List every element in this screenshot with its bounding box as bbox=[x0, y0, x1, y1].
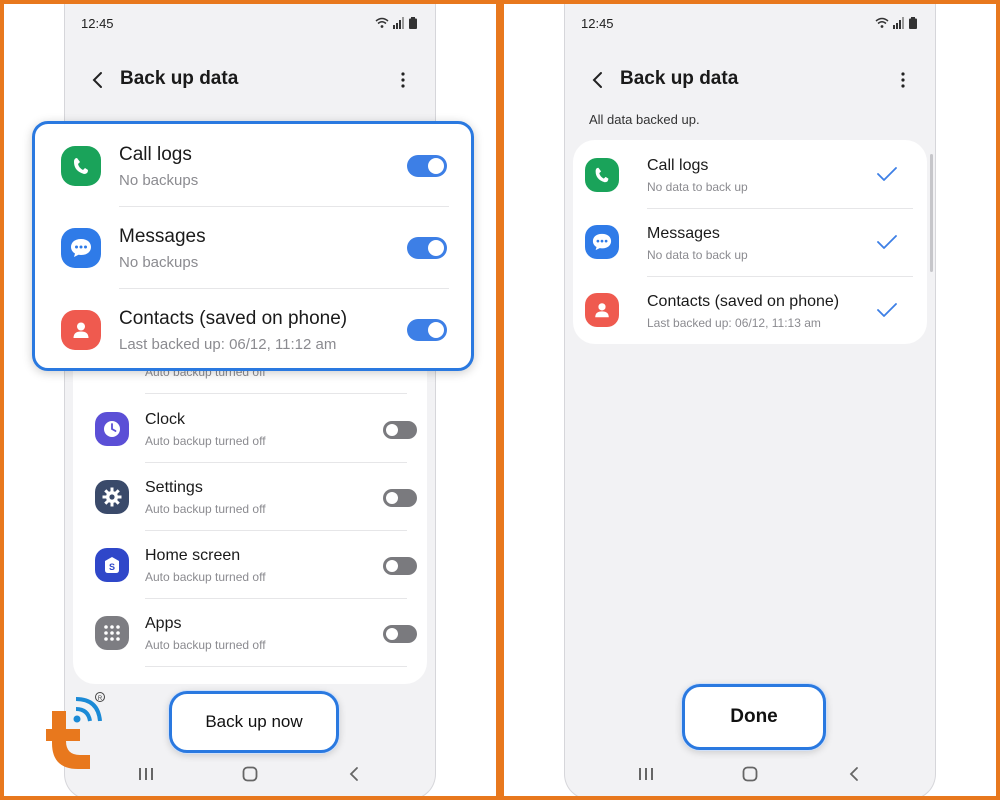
item-subtitle: No data to back up bbox=[647, 180, 748, 194]
messages-toggle[interactable] bbox=[407, 237, 447, 259]
item-subtitle: No data to back up bbox=[647, 248, 748, 262]
app-bar: Back up data bbox=[65, 64, 435, 96]
item-title: Clock bbox=[145, 411, 186, 428]
system-nav-bar bbox=[65, 759, 435, 789]
back-arrow-icon bbox=[349, 767, 358, 781]
recents-icon bbox=[639, 768, 653, 780]
chevron-left-icon bbox=[592, 72, 602, 88]
item-subtitle: No backups bbox=[119, 254, 199, 271]
more-options-button[interactable] bbox=[391, 66, 415, 94]
person-icon bbox=[61, 310, 101, 350]
scrollbar[interactable] bbox=[930, 154, 933, 272]
item-subtitle: Last backed up: 06/12, 11:12 am bbox=[119, 336, 337, 353]
item-title: Apps bbox=[145, 615, 182, 632]
page-title: Back up data bbox=[120, 68, 239, 89]
system-nav-bar bbox=[565, 759, 935, 789]
phone-icon bbox=[585, 158, 619, 192]
item-title: Settings bbox=[145, 479, 203, 496]
item-title: Messages bbox=[647, 225, 720, 242]
checkmark-icon bbox=[877, 167, 897, 181]
list-item-settings[interactable]: Settings Auto backup turned off bbox=[73, 467, 427, 535]
page-title: Back up data bbox=[620, 68, 739, 89]
home-button[interactable] bbox=[735, 759, 765, 789]
contacts-toggle[interactable] bbox=[407, 319, 447, 341]
home-screen-icon: S bbox=[95, 548, 129, 582]
system-back-button[interactable] bbox=[839, 759, 869, 789]
list-item-messages[interactable]: Messages No data to back up bbox=[573, 208, 927, 276]
left-panel: 12:45 Back up data Auto backup turned of… bbox=[0, 0, 500, 800]
call-logs-toggle[interactable] bbox=[407, 155, 447, 177]
item-title: Call logs bbox=[119, 144, 192, 165]
highlighted-backup-items: Call logs No backups Messages No backups… bbox=[32, 121, 474, 371]
recents-button[interactable] bbox=[631, 759, 661, 789]
item-subtitle: Auto backup turned off bbox=[145, 638, 266, 652]
phone-screen-after: 12:45 Back up data All data backed up. C… bbox=[564, 4, 936, 796]
home-icon bbox=[742, 766, 758, 782]
more-vertical-icon bbox=[901, 72, 905, 88]
chat-bubble-icon bbox=[61, 228, 101, 268]
home-icon bbox=[242, 766, 258, 782]
list-item-clock[interactable]: Clock Auto backup turned off bbox=[73, 399, 427, 467]
list-item-contacts[interactable]: Contacts (saved on phone) Last backed up… bbox=[573, 276, 927, 344]
gear-icon bbox=[95, 480, 129, 514]
done-button[interactable]: Done bbox=[682, 684, 826, 750]
system-back-button[interactable] bbox=[339, 759, 369, 789]
apps-grid-icon bbox=[95, 616, 129, 650]
signal-icon bbox=[393, 17, 404, 29]
svg-text:S: S bbox=[109, 562, 115, 572]
item-title: Home screen bbox=[145, 547, 241, 564]
more-options-button[interactable] bbox=[891, 66, 915, 94]
brand-logo-icon: R bbox=[46, 692, 105, 769]
home-button[interactable] bbox=[235, 759, 265, 789]
back-button[interactable] bbox=[585, 66, 609, 94]
battery-icon bbox=[909, 17, 917, 29]
status-time: 12:45 bbox=[81, 15, 114, 31]
battery-icon bbox=[409, 17, 417, 29]
item-subtitle: Last backed up: 06/12, 11:13 am bbox=[647, 316, 821, 330]
item-title: Contacts (saved on phone) bbox=[647, 293, 840, 310]
app-bar: Back up data bbox=[565, 64, 935, 96]
item-title: Call logs bbox=[647, 157, 709, 174]
wifi-icon bbox=[375, 17, 389, 28]
backup-results-list: Call logs No data to back up Messages No… bbox=[573, 140, 927, 344]
right-panel: 12:45 Back up data All data backed up. C… bbox=[500, 0, 1000, 800]
clock-toggle[interactable] bbox=[383, 421, 417, 439]
recents-icon bbox=[139, 768, 153, 780]
list-item-apps[interactable]: Apps Auto backup turned off bbox=[73, 603, 427, 671]
backup-status-message: All data backed up. bbox=[589, 112, 700, 127]
list-item-call-logs[interactable]: Call logs No data to back up bbox=[573, 140, 927, 208]
person-icon bbox=[585, 293, 619, 327]
more-vertical-icon bbox=[401, 72, 405, 88]
item-title: Messages bbox=[119, 226, 206, 247]
item-title: Contacts (saved on phone) bbox=[119, 308, 348, 329]
list-item-home-screen[interactable]: S Home screen Auto backup turned off bbox=[73, 535, 427, 603]
status-time: 12:45 bbox=[581, 15, 614, 31]
item-subtitle: Auto backup turned off bbox=[145, 570, 266, 584]
status-bar: 12:45 bbox=[81, 14, 417, 32]
signal-icon bbox=[893, 17, 904, 29]
wifi-icon bbox=[875, 17, 889, 28]
item-subtitle: No backups bbox=[119, 172, 199, 189]
home-screen-toggle[interactable] bbox=[383, 557, 417, 575]
apps-toggle[interactable] bbox=[383, 625, 417, 643]
back-arrow-icon bbox=[849, 767, 858, 781]
status-bar: 12:45 bbox=[581, 14, 917, 32]
backup-items-list: Auto backup turned off Clock Auto backup… bbox=[73, 329, 427, 684]
svg-text:R: R bbox=[98, 696, 103, 702]
recents-button[interactable] bbox=[131, 759, 161, 789]
item-subtitle: Auto backup turned off bbox=[145, 502, 266, 516]
checkmark-icon bbox=[877, 235, 897, 249]
chevron-left-icon bbox=[92, 72, 102, 88]
checkmark-icon bbox=[877, 303, 897, 317]
clock-icon bbox=[95, 412, 129, 446]
back-button[interactable] bbox=[85, 66, 109, 94]
chat-bubble-icon bbox=[585, 225, 619, 259]
back-up-now-button[interactable]: Back up now bbox=[169, 691, 339, 753]
item-subtitle: Auto backup turned off bbox=[145, 434, 266, 448]
settings-toggle[interactable] bbox=[383, 489, 417, 507]
phone-icon bbox=[61, 146, 101, 186]
